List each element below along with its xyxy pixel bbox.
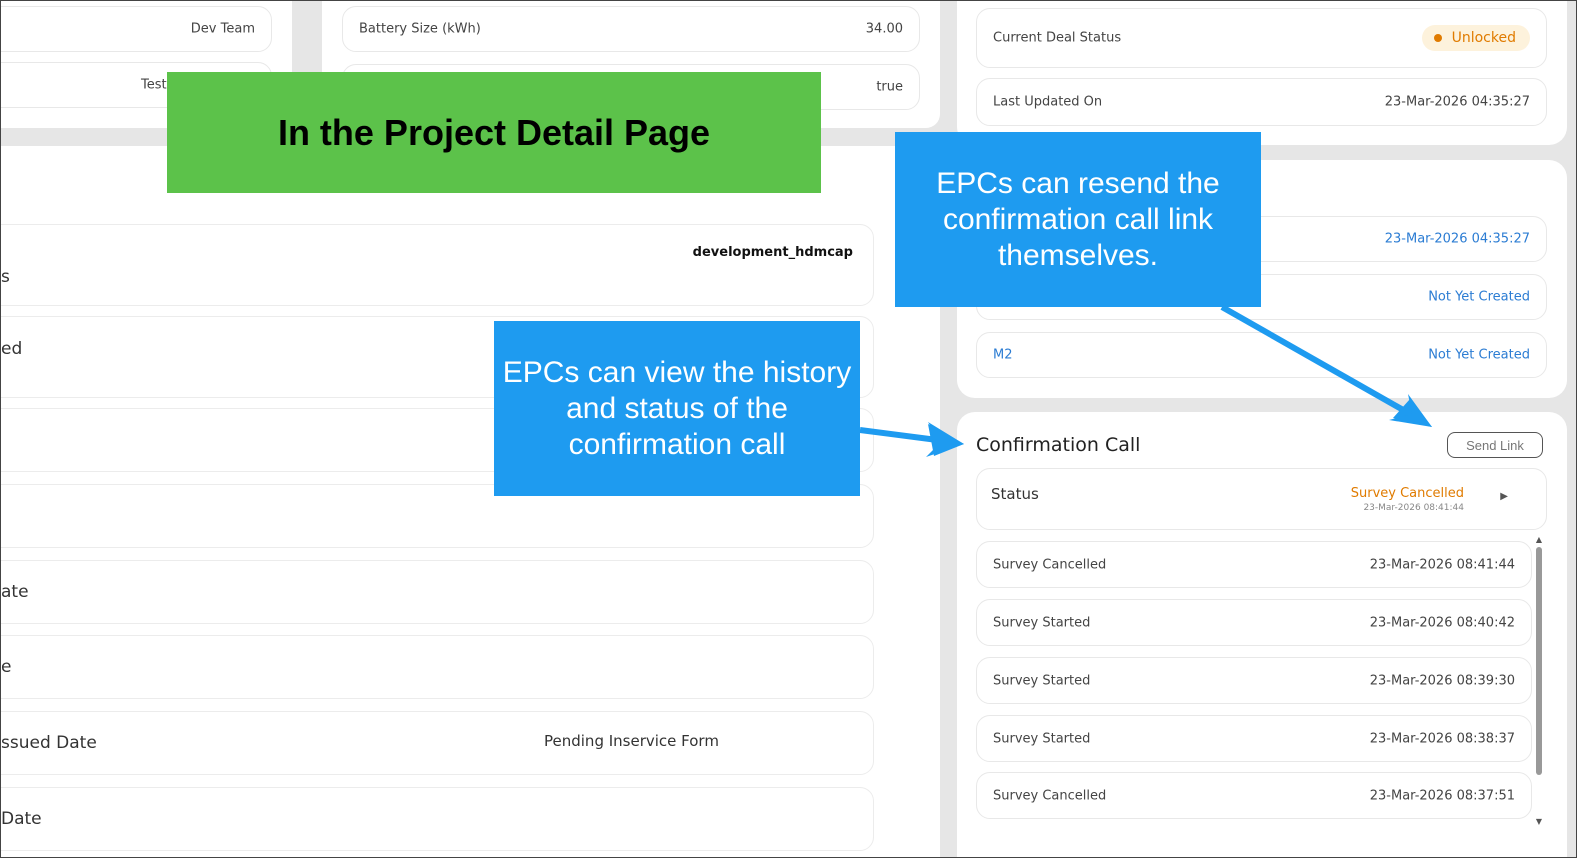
confirmation-call-title: Confirmation Call xyxy=(976,434,1141,456)
owner-row-label: s xyxy=(1,267,10,287)
expand-arrow-icon[interactable]: ▶ xyxy=(1500,491,1508,502)
history-time: 23-Mar-2026 08:39:30 xyxy=(1369,673,1515,688)
scroll-down-arrow-icon[interactable]: ▼ xyxy=(1533,817,1545,827)
left-main-panel: s development_hdmcap ed ate e ssued Date… xyxy=(0,146,940,858)
detail-row-8-label: Date xyxy=(1,809,42,829)
milestone-m2-row: M2 Not Yet Created xyxy=(976,332,1547,378)
history-event: Survey Cancelled xyxy=(993,557,1107,572)
milestone-m2-value[interactable]: Not Yet Created xyxy=(1428,348,1530,363)
test-label: Test xyxy=(141,77,167,93)
battery-size-label: Battery Size (kWh) xyxy=(359,21,481,37)
history-row: Survey Started 23-Mar-2026 08:40:42 xyxy=(976,599,1532,646)
history-scrollbar[interactable]: ▲ ▼ xyxy=(1533,535,1545,827)
history-event: Survey Started xyxy=(993,673,1091,688)
last-updated-value: 23-Mar-2026 04:35:27 xyxy=(1384,94,1530,110)
history-event: Survey Cancelled xyxy=(993,788,1107,803)
history-time: 23-Mar-2026 08:37:51 xyxy=(1369,788,1515,803)
resend-link-callout: EPCs can resend the confirmation call li… xyxy=(895,132,1261,307)
history-row: Survey Cancelled 23-Mar-2026 08:41:44 xyxy=(976,541,1532,588)
flag-value: true xyxy=(876,79,903,95)
battery-size-card: Battery Size (kWh) 34.00 xyxy=(342,6,920,52)
detail-row-7-label: ssued Date xyxy=(1,733,97,753)
project-detail-banner: In the Project Detail Page xyxy=(167,72,821,193)
history-event: Survey Started xyxy=(993,731,1091,746)
resend-link-callout-text: EPCs can resend the confirmation call li… xyxy=(936,166,1220,272)
owner-value: development_hdmcap xyxy=(692,245,853,260)
detail-row-5-label: ate xyxy=(1,582,29,602)
confirmation-status-value: Survey Cancelled xyxy=(1350,486,1464,501)
deal-status-value: Unlocked xyxy=(1451,30,1516,46)
last-updated-label: Last Updated On xyxy=(993,94,1103,110)
milestone-row-1-value[interactable]: 23-Mar-2026 04:35:27 xyxy=(1385,232,1530,247)
deal-status-card: Current Deal Status Unlocked xyxy=(976,8,1547,68)
owner-row: s development_hdmcap xyxy=(0,224,874,306)
battery-size-value: 34.00 xyxy=(865,21,903,37)
milestone-row-2-value[interactable]: Not Yet Created xyxy=(1428,290,1530,305)
dev-team-card: Dev Team xyxy=(0,6,272,52)
dev-team-value: Dev Team xyxy=(190,21,255,37)
detail-row-7: ssued Date Pending Inservice Form xyxy=(0,711,874,775)
detail-row-5: ate xyxy=(0,560,874,624)
history-row: Survey Started 23-Mar-2026 08:39:30 xyxy=(976,657,1532,704)
scroll-thumb[interactable] xyxy=(1536,547,1542,775)
detail-row-8: Date xyxy=(0,787,874,851)
deal-status-panel: Current Deal Status Unlocked Last Update… xyxy=(957,0,1567,145)
send-link-button[interactable]: Send Link xyxy=(1447,432,1543,458)
history-row: Survey Started 23-Mar-2026 08:38:37 xyxy=(976,715,1532,762)
view-history-callout: EPCs can view the history and status of … xyxy=(494,321,860,496)
confirmation-status-time: 23-Mar-2026 08:41:44 xyxy=(1363,503,1464,513)
confirmation-status-card[interactable]: Status Survey Cancelled 23-Mar-2026 08:4… xyxy=(976,468,1547,530)
detail-row-6: e xyxy=(0,635,874,699)
deal-status-badge: Unlocked xyxy=(1421,25,1530,51)
history-row: Survey Cancelled 23-Mar-2026 08:37:51 xyxy=(976,772,1532,819)
confirmation-call-panel: Confirmation Call Status Survey Cancelle… xyxy=(957,412,1567,858)
detail-row-6-label: e xyxy=(1,657,12,677)
milestone-m2-label[interactable]: M2 xyxy=(993,348,1013,363)
deal-status-label: Current Deal Status xyxy=(993,30,1122,46)
view-history-callout-text: EPCs can view the history and status of … xyxy=(502,355,852,461)
detail-row-7-value: Pending Inservice Form xyxy=(544,732,719,751)
scroll-up-arrow-icon[interactable]: ▲ xyxy=(1533,535,1545,545)
detail-row-2-label: ed xyxy=(1,339,23,359)
history-time: 23-Mar-2026 08:41:44 xyxy=(1369,557,1515,572)
history-time: 23-Mar-2026 08:40:42 xyxy=(1369,615,1515,630)
history-time: 23-Mar-2026 08:38:37 xyxy=(1369,731,1515,746)
last-updated-card: Last Updated On 23-Mar-2026 04:35:27 xyxy=(976,78,1547,126)
status-dot-icon xyxy=(1433,34,1442,42)
confirmation-status-label: Status xyxy=(991,485,1039,503)
history-event: Survey Started xyxy=(993,615,1091,630)
